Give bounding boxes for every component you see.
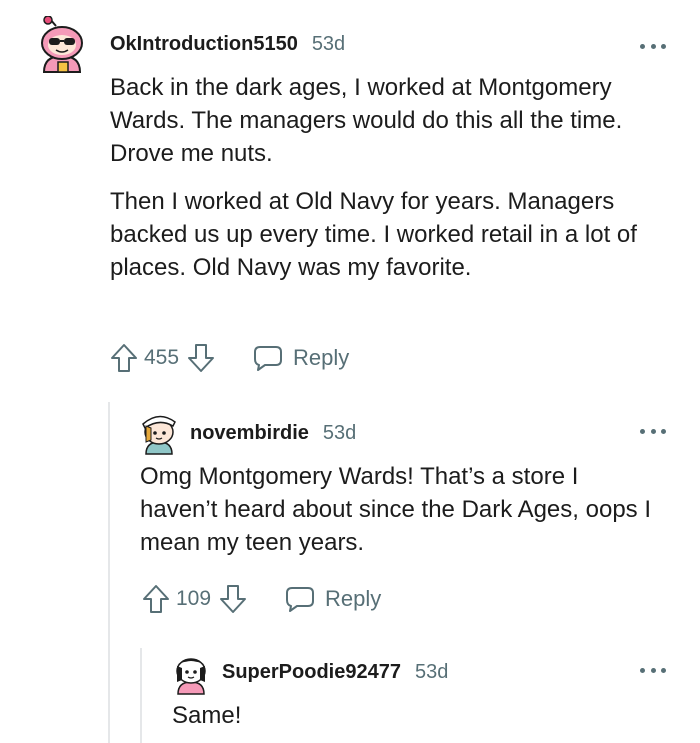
- reply-label: Reply: [293, 345, 350, 370]
- upvote-button[interactable]: [140, 583, 172, 615]
- downvote-button[interactable]: [217, 583, 249, 615]
- reply-button[interactable]: Reply: [253, 344, 349, 372]
- downvote-icon: [220, 585, 247, 613]
- upvote-icon: [111, 344, 137, 372]
- vote-count: 109: [176, 587, 212, 610]
- upvote-button[interactable]: [108, 342, 140, 374]
- vote-count: 455: [144, 346, 180, 369]
- more-options-button[interactable]: [640, 42, 666, 50]
- comment-body: Same!: [172, 699, 652, 732]
- username[interactable]: novembirdie: [190, 422, 309, 445]
- timestamp[interactable]: 53d: [415, 661, 448, 684]
- comment-body: Omg Montgomery Wards! That’s a store I h…: [140, 460, 660, 559]
- snoo-avatar-icon: [41, 15, 83, 73]
- upvote-icon: [143, 585, 169, 613]
- snoo-avatar-icon: [176, 658, 206, 695]
- avatar[interactable]: [140, 410, 178, 456]
- reply-icon: [254, 346, 283, 371]
- downvote-button[interactable]: [185, 342, 217, 374]
- timestamp[interactable]: 53d: [323, 422, 356, 445]
- timestamp[interactable]: 53d: [312, 33, 345, 56]
- reply-button[interactable]: Reply: [285, 585, 381, 613]
- reply-label: Reply: [325, 586, 382, 611]
- downvote-icon: [188, 344, 215, 372]
- more-options-button[interactable]: [640, 666, 666, 674]
- avatar[interactable]: [172, 654, 210, 696]
- thread-line-level-2[interactable]: [140, 648, 142, 743]
- comment-actions: 455 Reply: [108, 342, 349, 374]
- comment-meta: OkIntroduction5150 53d: [110, 33, 345, 56]
- comment-paragraph: Same!: [172, 702, 242, 729]
- more-options-button[interactable]: [640, 427, 666, 435]
- comment-body: Back in the dark ages, I worked at Montg…: [110, 71, 680, 284]
- username[interactable]: SuperPoodie92477: [222, 661, 401, 684]
- comment-meta: SuperPoodie92477 53d: [222, 661, 448, 684]
- comment-actions: 109 Reply: [140, 583, 381, 615]
- comment-meta: novembirdie 53d: [190, 422, 356, 445]
- comment-paragraph: Omg Montgomery Wards! That’s a store I h…: [140, 463, 651, 556]
- snoo-avatar-icon: [142, 415, 176, 455]
- comment-paragraph: Back in the dark ages, I worked at Montg…: [110, 74, 623, 167]
- avatar[interactable]: [34, 15, 90, 80]
- more-options-icon: [640, 667, 645, 673]
- thread-line-level-1[interactable]: [108, 402, 110, 743]
- more-options-icon: [640, 428, 645, 434]
- more-options-icon: [640, 43, 645, 49]
- comment-paragraph: Then I worked at Old Navy for years. Man…: [110, 188, 637, 281]
- reply-icon: [286, 587, 315, 612]
- username[interactable]: OkIntroduction5150: [110, 33, 298, 56]
